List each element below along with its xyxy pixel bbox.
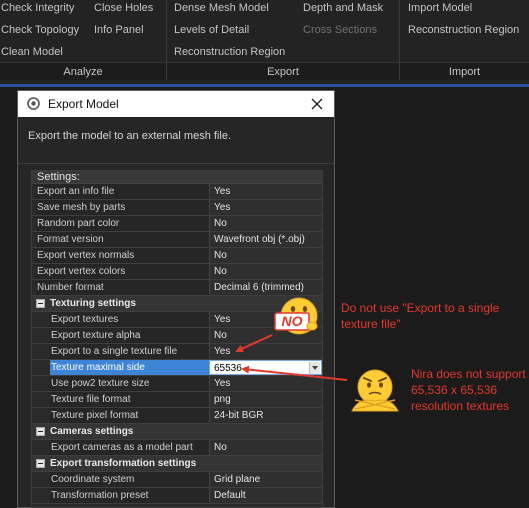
section-cameras-settings[interactable]: Cameras settings — [32, 424, 322, 440]
info-panel-button[interactable]: Info Panel — [94, 24, 144, 36]
section-label: Export transformation settings — [50, 458, 197, 469]
property-value[interactable]: No — [209, 216, 322, 231]
ribbon-group-export: Dense Mesh Model Depth and Mask Levels o… — [167, 0, 399, 80]
property-value[interactable]: Yes — [209, 200, 322, 215]
property-row[interactable]: Use pow2 texture size Yes — [32, 376, 322, 392]
property-name: Use pow2 texture size — [50, 376, 209, 391]
depth-and-mask-button[interactable]: Depth and Mask — [303, 2, 383, 14]
close-holes-button[interactable]: Close Holes — [94, 2, 153, 14]
ribbon-group-analyze: Check Integrity Close Holes Check Topolo… — [0, 0, 166, 80]
property-row[interactable]: Export cameras as a model part No — [32, 440, 322, 456]
collapse-icon[interactable] — [36, 299, 45, 308]
property-value[interactable]: No — [209, 248, 322, 263]
property-row[interactable]: Number format Decimal 6 (trimmed) — [32, 280, 322, 296]
property-value[interactable]: Yes — [209, 376, 322, 391]
property-value[interactable]: Yes — [209, 344, 322, 359]
property-value[interactable]: Wavefront obj (*.obj) — [209, 232, 322, 247]
property-name: Random part color — [36, 216, 209, 231]
property-value[interactable]: 24-bit BGR — [209, 408, 322, 423]
property-row[interactable]: Texture pixel format 24-bit BGR — [32, 408, 322, 424]
property-row[interactable]: Texture file format png — [32, 392, 322, 408]
levels-of-detail-button[interactable]: Levels of Detail — [174, 24, 249, 36]
property-row[interactable]: Export vertex normals No — [32, 248, 322, 264]
property-name: Number format — [36, 280, 209, 295]
property-value[interactable]: No — [209, 264, 322, 279]
dialog-title: Export Model — [48, 97, 119, 111]
app-logo-icon — [27, 97, 40, 110]
annotation-single-texture-warning: Do not use "Export to a single texture f… — [341, 301, 500, 331]
property-name: Export vertex colors — [36, 264, 209, 279]
property-value[interactable]: png — [209, 392, 322, 407]
property-name: Texture pixel format — [50, 408, 209, 423]
property-value[interactable]: Decimal 6 (trimmed) — [209, 280, 322, 295]
property-row[interactable]: Export to a single texture file Yes — [32, 344, 322, 360]
ribbon-group-label-import: Import — [400, 62, 529, 80]
property-name: Export to a single texture file — [50, 344, 209, 359]
dense-mesh-model-button[interactable]: Dense Mesh Model — [174, 2, 269, 14]
reconstruction-region-import-button[interactable]: Reconstruction Region — [408, 24, 519, 36]
ribbon-group-import: Import Model Reconstruction Region Impor… — [400, 0, 529, 80]
section-label: Cameras settings — [50, 426, 134, 437]
dialog-description: Export the model to an external mesh fil… — [28, 130, 231, 142]
property-name: Export cameras as a model part — [50, 440, 209, 455]
ribbon-group-label-export: Export — [167, 62, 399, 80]
property-value[interactable]: Grid plane — [209, 472, 322, 487]
reconstruction-region-export-button[interactable]: Reconstruction Region — [174, 46, 285, 58]
property-name: Save mesh by parts — [36, 200, 209, 215]
settings-header: Settings: — [32, 171, 322, 184]
property-name: Export an info file — [36, 184, 209, 199]
chevron-down-icon[interactable] — [309, 362, 320, 374]
property-name: Export textures — [50, 312, 209, 327]
property-value[interactable]: Yes — [209, 184, 322, 199]
property-row[interactable]: Transformation preset Default — [32, 488, 322, 504]
property-row[interactable]: Save mesh by parts Yes — [32, 200, 322, 216]
property-row[interactable]: Export vertex colors No — [32, 264, 322, 280]
property-row[interactable]: Random part color No — [32, 216, 322, 232]
property-name: Texture maximal side — [50, 360, 209, 375]
section-export-transformation-settings[interactable]: Export transformation settings — [32, 456, 322, 472]
check-topology-button[interactable]: Check Topology — [1, 24, 79, 36]
property-value-dropdown[interactable]: 65536 — [209, 360, 322, 375]
property-row[interactable]: Format version Wavefront obj (*.obj) — [32, 232, 322, 248]
ribbon-group-label-analyze: Analyze — [0, 62, 166, 80]
dialog-titlebar[interactable]: Export Model — [18, 91, 334, 117]
divider — [18, 163, 334, 164]
property-row[interactable]: Export an info file Yes — [32, 184, 322, 200]
ribbon-toolbar: Check Integrity Close Holes Check Topolo… — [0, 0, 529, 85]
collapse-icon[interactable] — [36, 459, 45, 468]
property-name: Format version — [36, 232, 209, 247]
property-name: Coordinate system — [50, 472, 209, 487]
clean-model-button[interactable]: Clean Model — [1, 46, 63, 58]
no-badge-text: NO — [282, 313, 303, 329]
property-row-selected[interactable]: Texture maximal side 65536 — [32, 360, 322, 376]
collapse-icon[interactable] — [36, 427, 45, 436]
property-value[interactable]: Default — [209, 488, 322, 503]
property-name: Export vertex normals — [36, 248, 209, 263]
dropdown-value: 65536 — [214, 363, 242, 374]
annotation-resolution-warning: Nira does not support 65,536 x 65,536 re… — [411, 367, 526, 413]
cross-sections-button[interactable]: Cross Sections — [303, 24, 377, 36]
property-name: Texture file format — [50, 392, 209, 407]
section-label: Texturing settings — [50, 298, 136, 309]
property-row[interactable]: Coordinate system Grid plane — [32, 472, 322, 488]
import-model-button[interactable]: Import Model — [408, 2, 472, 14]
check-integrity-button[interactable]: Check Integrity — [1, 2, 74, 14]
property-name: Transformation preset — [50, 488, 209, 503]
property-name: Export texture alpha — [50, 328, 209, 343]
property-value[interactable]: No — [209, 440, 322, 455]
close-icon[interactable] — [308, 95, 326, 113]
crossed-arms-emoji-icon — [351, 369, 399, 412]
no-emoji-icon: NO — [274, 297, 318, 335]
